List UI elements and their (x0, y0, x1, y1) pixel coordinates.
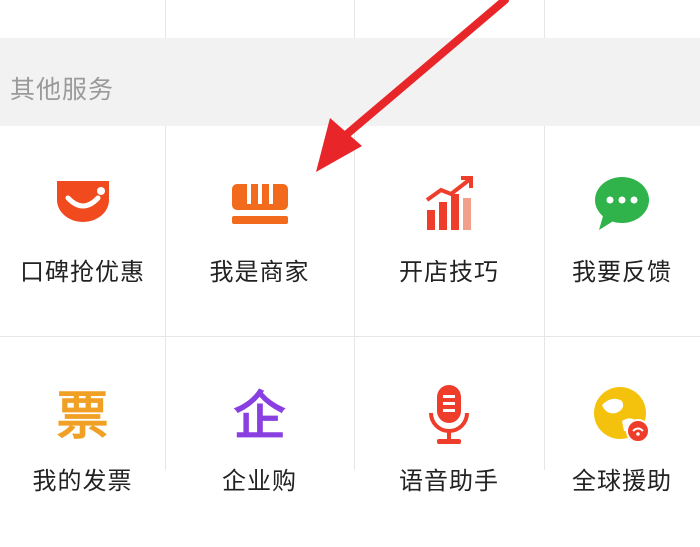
section-title: 其他服务 (10, 75, 115, 104)
service-merchant[interactable]: 我是商家 (165, 126, 354, 336)
growth-chart-icon (425, 176, 473, 230)
services-grid: 口碑抢优惠 我是商家 开店技巧 我要反馈 票 我的发票 企 企业购 语音助手 全… (0, 126, 700, 495)
koubei-bag-icon (56, 181, 109, 222)
service-koubei-deals[interactable]: 口碑抢优惠 (0, 126, 165, 336)
divider (544, 0, 545, 38)
service-label: 我是商家 (209, 258, 310, 286)
service-label: 口碑抢优惠 (20, 258, 145, 286)
service-invoice[interactable]: 票 我的发票 (0, 337, 165, 547)
invoice-icon: 票 (56, 387, 109, 447)
service-enterprise[interactable]: 企 企业购 (165, 337, 354, 547)
service-label: 语音助手 (399, 467, 499, 495)
service-label: 我的发票 (32, 467, 133, 495)
previous-service-row (0, 0, 700, 38)
service-label: 企业购 (222, 467, 297, 495)
service-voice-assistant[interactable]: 语音助手 (354, 337, 544, 547)
service-label: 全球援助 (572, 467, 672, 495)
service-feedback[interactable]: 我要反馈 (544, 126, 700, 336)
globe-icon (594, 387, 650, 443)
service-label: 开店技巧 (399, 258, 499, 286)
microphone-icon (429, 385, 469, 444)
divider (354, 0, 355, 38)
enterprise-icon: 企 (233, 387, 286, 447)
divider (165, 0, 166, 38)
chat-bubble-icon (595, 177, 649, 230)
service-shop-tips[interactable]: 开店技巧 (354, 126, 544, 336)
service-label: 我要反馈 (572, 258, 672, 286)
merchant-store-icon (231, 184, 288, 224)
service-global-aid[interactable]: 全球援助 (544, 337, 700, 547)
